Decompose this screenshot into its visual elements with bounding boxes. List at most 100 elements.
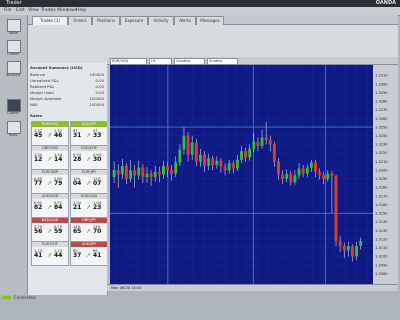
sidebar-item-tools[interactable]: Tools (3, 119, 23, 139)
price-axis-tick-label: 1.3220 (375, 151, 388, 155)
bid-pips[interactable]: 28 (73, 156, 81, 163)
sidebar-item-trade[interactable]: Trade (3, 17, 23, 37)
price-axis-tick-label: 1.3200 (375, 168, 388, 172)
trend-arrow-icon: ↗ (86, 132, 92, 139)
sidebar-item-label: Account (5, 73, 21, 77)
menu-view[interactable]: View (28, 7, 39, 15)
ask-pips[interactable]: 33 (93, 132, 101, 139)
rate-tile-pair: EUR/GBP (32, 170, 68, 175)
price-axis-tick-label: 1.3290 (375, 91, 388, 95)
candle-body (260, 137, 264, 147)
candlestick-chart-svg[interactable]: 1.3310 1.3300 1.3290 1.3280 1.3270 1.3260 1.32… (107, 65, 398, 284)
connection-indicator (2, 296, 11, 299)
studies-select[interactable]: Studies (207, 58, 238, 65)
bid-pips[interactable]: 56 (34, 228, 42, 235)
rate-tile[interactable]: USD/CAD 1.04 21 ↗ 1.04 23 (70, 193, 108, 218)
tab-alerts[interactable]: Alerts (174, 16, 196, 25)
sidebar-item-label: Orders (7, 52, 19, 56)
candle-body (223, 166, 227, 171)
candle-body (149, 173, 153, 178)
ask-pips[interactable]: 84 (54, 204, 62, 211)
menu-file[interactable]: File (4, 7, 12, 15)
bid-pips[interactable]: 41 (34, 252, 42, 259)
trend-arrow-icon: ↗ (86, 180, 92, 187)
bid-pips[interactable]: 37 (73, 252, 81, 259)
account-row: Balance 100000 (30, 72, 104, 77)
menu-help[interactable]: Help (76, 7, 86, 15)
left-toolbar: Trade Orders Account Charts Tools (0, 15, 28, 295)
ask-pips[interactable]: 79 (54, 180, 62, 187)
rate-tile[interactable]: EUR/GBP 0.85 77 ↗ 0.85 79 (31, 169, 69, 194)
menu-edit[interactable]: Edit (16, 7, 25, 15)
candle-body (207, 158, 211, 166)
tab-positions[interactable]: Positions (92, 16, 120, 25)
bid-pips[interactable]: 31 (73, 132, 81, 139)
candle-body (264, 137, 268, 141)
price-axis-tick-label: 1.3170 (375, 194, 388, 198)
sidebar-item-account[interactable]: Account (3, 59, 23, 79)
ask-pips[interactable]: 70 (93, 228, 101, 235)
sidebar-item-charts[interactable]: Charts (3, 97, 23, 117)
menu-trades[interactable]: Trades (41, 7, 56, 15)
tab-orders[interactable]: Orders (68, 16, 92, 25)
bid-pips[interactable]: 12 (34, 156, 42, 163)
chart-footer: Mon 06/24 14:00 (107, 284, 398, 291)
tab-messages[interactable]: Messages (196, 16, 224, 25)
candle-body (338, 240, 342, 247)
trend-arrow-icon: ↗ (47, 228, 53, 235)
rate-tile[interactable]: EUR/CHF 1.23 41 ↗ 1.23 44 (31, 241, 69, 266)
candle-body (293, 175, 297, 183)
ask-pips[interactable]: 07 (93, 180, 101, 187)
tab-activity[interactable]: Activity (148, 16, 174, 25)
bid-pips[interactable]: 65 (73, 228, 81, 235)
rate-tile[interactable]: USD/JPY 97. 31 ↗ 97. 33 (70, 121, 108, 146)
rate-tile[interactable]: AUD/USD 0.91 82 ↗ 0.91 84 (31, 193, 69, 218)
bid-pips[interactable]: 77 (34, 180, 42, 187)
tab-exposure[interactable]: Exposure (120, 16, 148, 25)
ask-pips[interactable]: 14 (54, 156, 62, 163)
rate-tile-pair: AUD/JPY (71, 242, 107, 247)
candle-body (297, 168, 301, 176)
candle-body (355, 246, 359, 257)
candle-body (166, 165, 169, 171)
rate-tile-pair: USD/JPY (71, 122, 107, 127)
rate-tile[interactable]: EUR/USD 1.32 45 ↗ 1.32 46 (31, 121, 69, 146)
menu-windows[interactable]: Windows (57, 7, 77, 15)
price-chart[interactable]: 1.3310 1.3300 1.3290 1.3280 1.3270 1.3260 1.32… (107, 65, 398, 290)
bid-pips[interactable]: 04 (73, 180, 81, 187)
candle-body (314, 162, 317, 172)
candle-body (219, 160, 223, 167)
candle-body (137, 167, 141, 176)
sidebar-item-orders[interactable]: Orders (3, 38, 23, 58)
rate-tile[interactable]: NZD/USD 0.79 56 ↗ 0.79 59 (31, 217, 69, 242)
chart-type-select[interactable]: Candles (174, 58, 205, 65)
rate-tile[interactable]: AUD/JPY 89. 37 ↗ 89. 41 (70, 241, 108, 266)
bid-pips[interactable]: 82 (34, 204, 42, 211)
trend-arrow-icon: ↗ (86, 228, 92, 235)
rate-tile[interactable]: EUR/JPY 129. 04 ↗ 129. 07 (70, 169, 108, 194)
rate-tile-pair: EUR/USD (32, 122, 68, 127)
rate-tile[interactable]: GBP/USD 1.54 12 ↗ 1.54 14 (31, 145, 69, 170)
rate-tile[interactable]: USD/CHF 0.93 28 ↗ 0.93 30 (70, 145, 108, 170)
account-title: Account Summary (USD) (30, 65, 83, 70)
instrument-select[interactable]: EUR/USD (110, 58, 147, 65)
candle-body (277, 161, 280, 175)
price-axis-tick-label: 1.3270 (375, 108, 388, 112)
ask-pips[interactable]: 46 (54, 132, 62, 139)
ask-pips[interactable]: 41 (93, 252, 101, 259)
price-axis-tick-label: 1.3160 (375, 203, 388, 207)
ask-pips[interactable]: 44 (54, 252, 62, 259)
ask-pips[interactable]: 23 (93, 204, 101, 211)
candle-body (268, 140, 272, 145)
price-axis-tick-label: 1.3300 (375, 82, 388, 86)
granularity-select[interactable]: H1 (149, 58, 172, 65)
bid-pips[interactable]: 21 (73, 204, 81, 211)
rate-tile-pair: NZD/USD (32, 218, 68, 223)
candle-body (248, 148, 252, 158)
rate-tile[interactable]: GBP/JPY 149. 65 ↗ 149. 70 (70, 217, 108, 242)
ask-pips[interactable]: 30 (93, 156, 101, 163)
tab-trades[interactable]: Trades (1) (32, 16, 68, 25)
bid-pips[interactable]: 45 (34, 132, 42, 139)
candle-body (198, 154, 202, 162)
ask-pips[interactable]: 59 (54, 228, 62, 235)
